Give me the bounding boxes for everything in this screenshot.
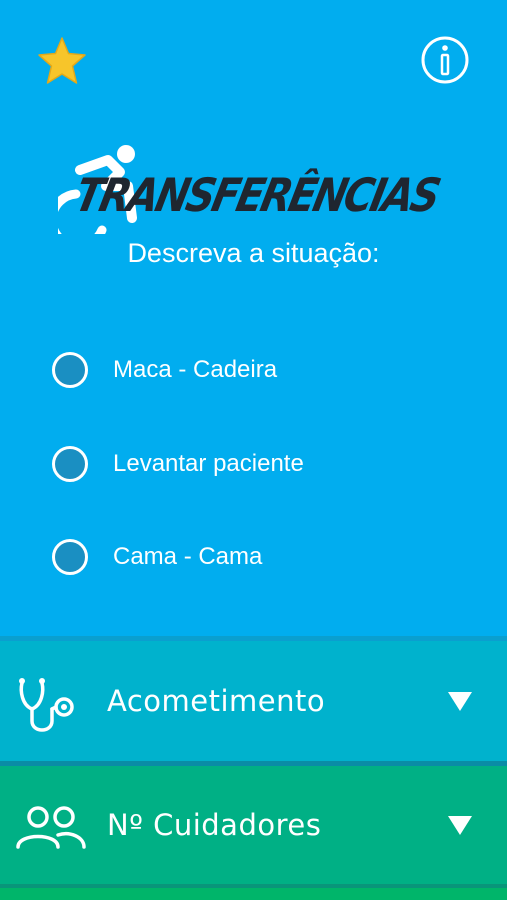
acometimento-section[interactable]: Acometimento xyxy=(0,641,507,761)
favorite-button[interactable] xyxy=(36,36,88,86)
info-icon xyxy=(421,36,469,84)
chevron-down-icon xyxy=(448,692,472,711)
option-label: Maca - Cadeira xyxy=(113,356,278,383)
main-panel: TRANSFERÊNCIAS Descreva a situação: Maca… xyxy=(0,0,507,638)
info-button[interactable] xyxy=(420,35,470,85)
users-icon xyxy=(16,806,86,849)
situation-prompt: Descreva a situação: xyxy=(127,238,380,268)
cuidadores-section[interactable]: Nº Cuidadores xyxy=(0,766,507,884)
radio-button[interactable] xyxy=(52,446,88,482)
situation-options: Maca - Cadeira Levantar paciente Cama - … xyxy=(0,330,507,630)
radio-button[interactable] xyxy=(52,352,88,388)
app-title: TRANSFERÊNCIAS xyxy=(70,168,444,222)
star-icon xyxy=(38,37,86,84)
option-label: Cama - Cama xyxy=(113,543,263,570)
cuidadores-label: Nº Cuidadores xyxy=(107,808,322,842)
option-label: Levantar paciente xyxy=(113,450,304,477)
radio-button[interactable] xyxy=(52,539,88,575)
stethoscope-icon xyxy=(19,678,74,732)
option-cama-cama[interactable]: Cama - Cama xyxy=(0,527,507,587)
option-levantar-paciente[interactable]: Levantar paciente xyxy=(0,434,507,494)
acometimento-label: Acometimento xyxy=(107,684,326,718)
chevron-down-icon xyxy=(448,816,472,835)
app-logo: TRANSFERÊNCIAS xyxy=(58,142,458,234)
next-section[interactable] xyxy=(0,888,507,900)
option-maca-cadeira[interactable]: Maca - Cadeira xyxy=(0,340,507,400)
